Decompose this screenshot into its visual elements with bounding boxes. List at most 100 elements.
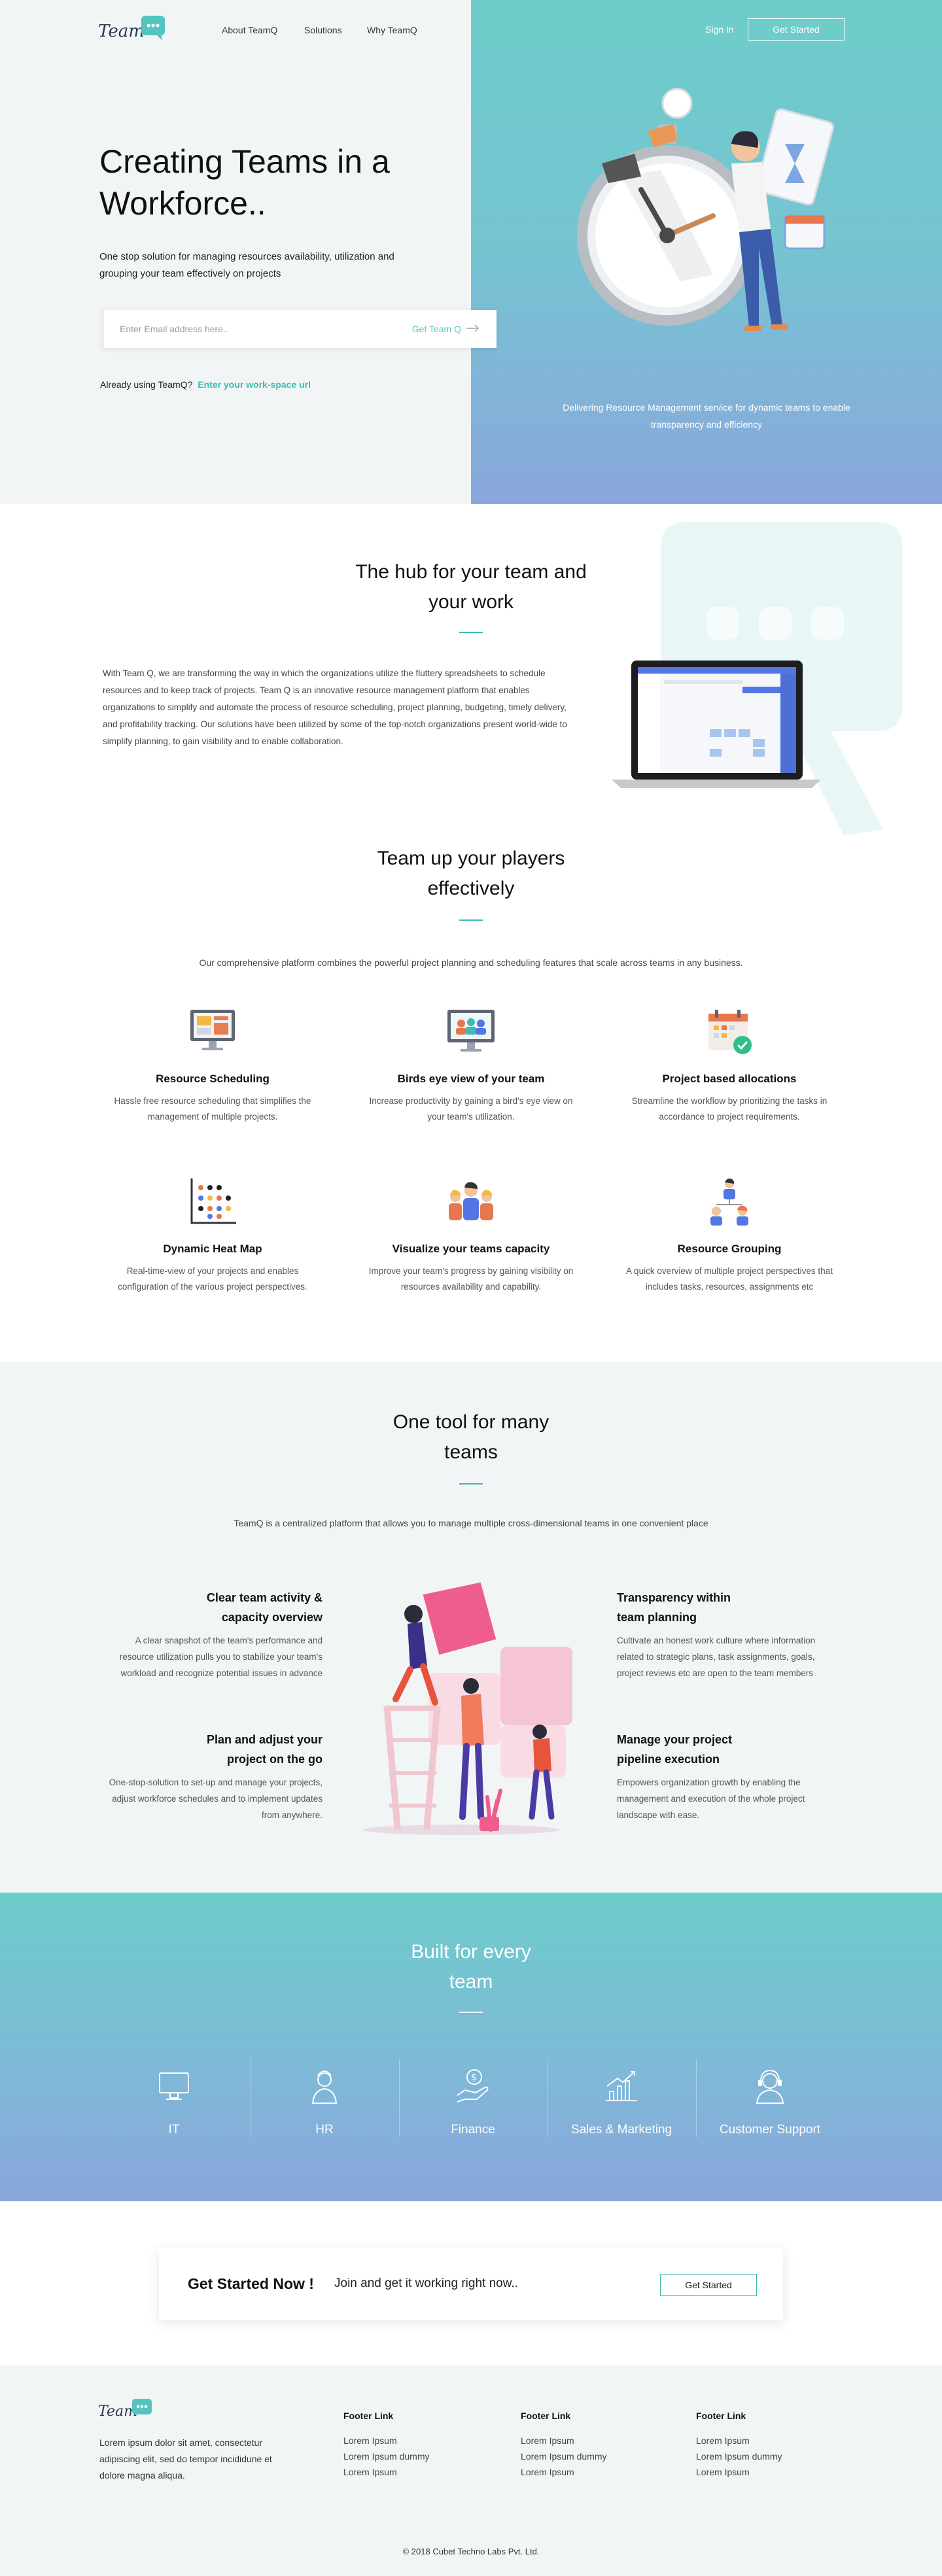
feature-resource-grouping: Resource Grouping A quick overview of mu… — [621, 1176, 837, 1295]
team-label: Sales & Marketing — [570, 2123, 672, 2137]
laptop-screenshot-image — [612, 657, 821, 791]
footer-about: Lorem ipsum dolor sit amet, consectetur … — [99, 2437, 272, 2481]
footer-logo[interactable]: Team — [98, 2396, 157, 2424]
team-monitor-icon — [445, 1006, 497, 1058]
team-label: Finance — [451, 2123, 495, 2137]
email-signup-form: Enter Email address here.. Get Team Q — [101, 310, 497, 348]
feature-birds-eye-view: Birds eye view of your team Increase pro… — [363, 1006, 579, 1125]
calendar-check-icon — [703, 1006, 756, 1058]
workspace-url-link[interactable]: Enter your work-space url — [198, 379, 311, 390]
puzzle-team-illustration — [350, 1575, 592, 1836]
footer-link[interactable]: Lorem Ipsum — [343, 2464, 474, 2480]
team-separator — [399, 2059, 400, 2137]
cta-get-started-button[interactable]: Get Started — [660, 2274, 757, 2296]
teamq-logo[interactable]: Team — [98, 13, 170, 46]
team-it[interactable]: IT — [109, 2067, 239, 2137]
team-label: HR — [315, 2123, 334, 2137]
footer-logo-wordmark: Team — [98, 2403, 137, 2420]
tool-item-text: Cultivate an honest work culture where i… — [617, 1636, 816, 1678]
tool-item-text: One-stop-solution to set-up and manage y… — [109, 1777, 323, 1820]
footer-column: Footer Link Lorem Ipsum Lorem Ipsum dumm… — [696, 2411, 827, 2480]
team-separator — [696, 2059, 697, 2137]
footer-link[interactable]: Lorem Ipsum — [343, 2433, 474, 2448]
feature-project-allocations: Project based allocations Streamline the… — [621, 1006, 837, 1125]
tool-item-title: Transparency within team planning — [617, 1588, 833, 1627]
features-intro: Our comprehensive platform combines the … — [199, 957, 743, 968]
monitor-chart-icon — [186, 1006, 239, 1058]
footer-link[interactable]: Lorem Ipsum dummy — [696, 2448, 827, 2464]
team-people-icon — [445, 1176, 497, 1228]
hub-title-line1: The hub for your team and — [355, 561, 587, 583]
org-group-icon — [703, 1176, 756, 1228]
nav-why-teamq[interactable]: Why TeamQ — [367, 25, 417, 35]
feature-heat-map: Dynamic Heat Map Real-time-view of your … — [105, 1176, 321, 1295]
tool-title-line1: One tool for many — [392, 1411, 550, 1433]
footer-link[interactable]: Lorem Ipsum — [521, 2433, 652, 2448]
footer-link[interactable]: Lorem Ipsum — [696, 2464, 827, 2480]
footer-link[interactable]: Lorem Ipsum dummy — [343, 2448, 474, 2464]
get-team-q-label: Get Team Q — [411, 324, 461, 334]
feature-title: Resource Scheduling — [156, 1073, 270, 1085]
feature-title: Visualize your teams capacity — [392, 1243, 550, 1255]
get-started-card: Get Started Now ! Join and get it workin… — [159, 2248, 783, 2320]
tool-item-title-line1: Plan and adjust your — [206, 1733, 323, 1746]
feature-text: Improve your team's progress by gaining … — [368, 1266, 574, 1292]
footer-link[interactable]: Lorem Ipsum dummy — [521, 2448, 652, 2464]
team-customer-support[interactable]: Customer Support — [705, 2067, 835, 2137]
hero-title-line1: Creating Teams in a — [99, 143, 390, 180]
footer-link[interactable]: Lorem Ipsum — [696, 2433, 827, 2448]
logo-wordmark: Team — [98, 22, 145, 41]
team-label: IT — [168, 2123, 180, 2137]
built-title-line1: Built for every — [411, 1941, 531, 1963]
stopwatch-illustration — [563, 85, 844, 360]
copyright: © 2018 Cubet Techno Labs Pvt. Ltd. — [402, 2547, 540, 2556]
computer-icon — [154, 2067, 194, 2106]
team-hr[interactable]: HR — [259, 2067, 390, 2137]
tool-item-activity: Clear team activity & capacity overview A… — [107, 1588, 323, 1681]
hub-description: With Team Q, we are transforming the way… — [103, 668, 567, 746]
feature-text: Real-time-view of your projects and enab… — [118, 1266, 307, 1292]
tool-item-title-line2: project on the go — [227, 1753, 323, 1766]
nav-solutions[interactable]: Solutions — [304, 25, 342, 35]
feature-text: A quick overview of multiple project per… — [626, 1266, 833, 1292]
feature-team-capacity: Visualize your teams capacity Improve yo… — [363, 1176, 579, 1295]
footer-column-heading: Footer Link — [521, 2411, 571, 2421]
hub-title: The hub for your team and your work — [307, 557, 635, 617]
hero-title: Creating Teams in a Workforce.. — [99, 141, 440, 224]
built-divider — [459, 2012, 483, 2013]
hub-divider — [459, 632, 483, 633]
tool-item-title-line2: pipeline execution — [617, 1753, 720, 1766]
features-title-line1: Team up your players — [377, 848, 565, 869]
get-team-q-button[interactable]: Get Team Q — [412, 324, 497, 334]
header-get-started-button[interactable]: Get Started — [748, 18, 845, 41]
team-sales-marketing[interactable]: Sales & Marketing — [556, 2067, 687, 2137]
tool-item-title-line2: capacity overview — [221, 1611, 323, 1624]
email-input[interactable]: Enter Email address here.. — [104, 324, 412, 334]
footer-link[interactable]: Lorem Ipsum — [521, 2464, 652, 2480]
growth-chart-icon — [602, 2067, 641, 2106]
footer-column: Footer Link Lorem Ipsum Lorem Ipsum dumm… — [521, 2411, 652, 2480]
tool-intro: TeamQ is a centralized platform that all… — [234, 1518, 708, 1528]
built-title-line2: team — [449, 1971, 493, 1993]
cta-text: Join and get it working right now.. — [334, 2276, 518, 2290]
team-label: Customer Support — [719, 2123, 821, 2137]
cta-title: Get Started Now ! — [188, 2275, 314, 2292]
arrow-right-icon — [466, 324, 480, 334]
tool-title-line2: teams — [444, 1441, 498, 1463]
tool-item-title-line2: team planning — [617, 1611, 697, 1624]
features-title: Team up your players effectively — [307, 844, 635, 904]
sign-in-link[interactable]: Sign In — [705, 24, 734, 35]
nav-about[interactable]: About TeamQ — [222, 25, 277, 35]
feature-text: Hassle free resource scheduling that sim… — [114, 1096, 311, 1122]
tool-item-title-line1: Manage your project — [617, 1733, 733, 1746]
features-title-line2: effectively — [427, 878, 515, 899]
team-finance[interactable]: $ Finance — [408, 2067, 538, 2137]
feature-title: Birds eye view of your team — [397, 1073, 545, 1085]
already-using: Already using TeamQ? Enter your work-spa… — [100, 379, 311, 390]
hero-subtitle: One stop solution for managing resources… — [99, 251, 394, 279]
tool-title: One tool for many teams — [307, 1407, 635, 1468]
tool-item-plan: Plan and adjust your project on the go On… — [107, 1730, 323, 1823]
tool-item-pipeline: Manage your project pipeline execution Em… — [617, 1730, 833, 1823]
heat-map-icon — [186, 1176, 239, 1228]
feature-text: Increase productivity by gaining a bird'… — [369, 1096, 573, 1122]
